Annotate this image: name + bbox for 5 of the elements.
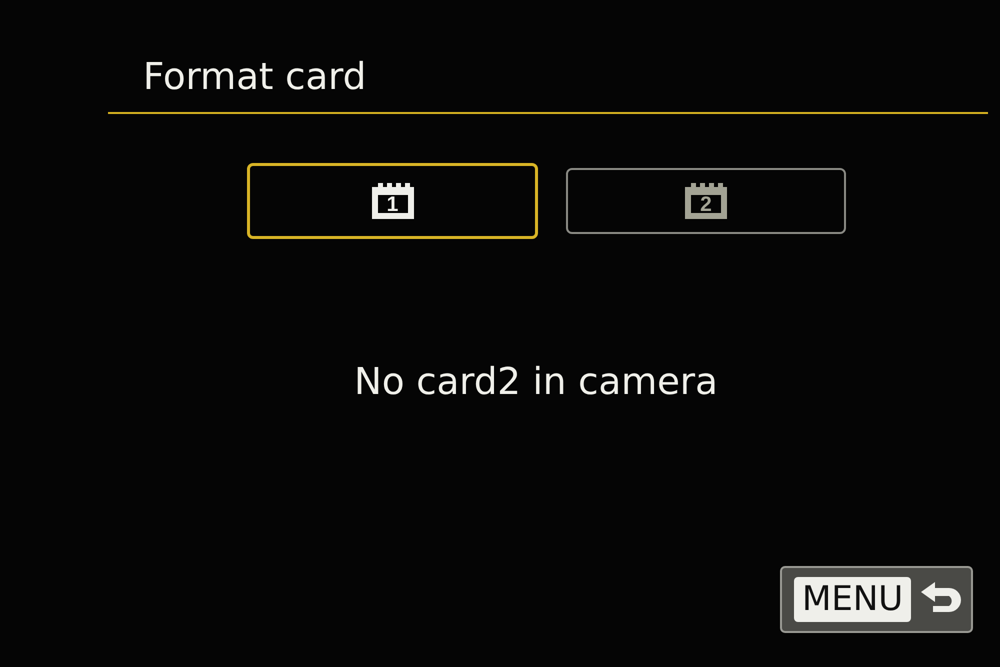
menu-back-button[interactable]: MENU	[780, 566, 973, 633]
status-message: No card2 in camera	[354, 360, 719, 403]
card-slot-button[interactable]: 1	[247, 163, 538, 239]
memory-card-icon: 2	[682, 182, 730, 220]
screen-title: Format card	[143, 54, 366, 100]
